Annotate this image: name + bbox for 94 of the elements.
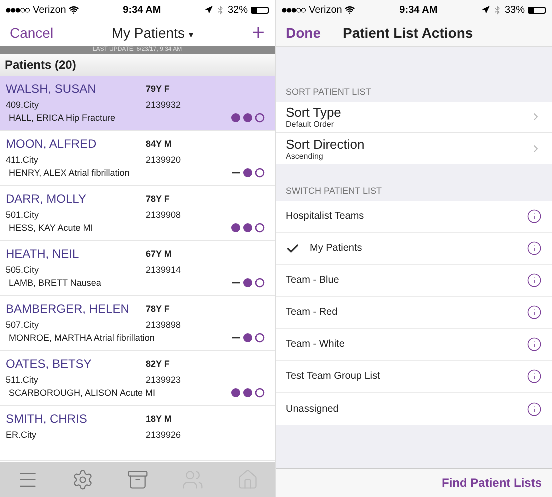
cancel-button[interactable]: Cancel bbox=[10, 25, 54, 41]
status-indicator-icon bbox=[231, 388, 265, 398]
age-sex: 78Y F bbox=[146, 304, 171, 314]
patient-list-name: Team - White bbox=[286, 339, 346, 350]
patient-list-name: Test Team Group List bbox=[286, 371, 382, 382]
bluetooth-icon bbox=[492, 6, 502, 14]
status-indicator-icon bbox=[231, 333, 265, 343]
patient-name: SMITH, CHRIS bbox=[6, 412, 88, 426]
sort-option-value: Ascending bbox=[286, 152, 324, 160]
list-header: Patients (20) bbox=[0, 54, 275, 76]
sort-option-row[interactable]: Sort Direction Ascending bbox=[276, 133, 552, 164]
patient-list-row[interactable]: My Patients bbox=[276, 233, 552, 265]
patient-mrn: 2139932 bbox=[146, 100, 182, 110]
signal-icon bbox=[6, 8, 30, 12]
location-icon bbox=[482, 6, 490, 14]
patient-detail: LAMB, BRETT Nausea bbox=[8, 278, 102, 288]
section-header: SWITCH PATIENT LIST bbox=[285, 185, 384, 198]
battery-percent: 32% bbox=[228, 4, 248, 16]
patient-location: 409.City bbox=[6, 100, 40, 110]
age-sex: 79Y F bbox=[146, 84, 171, 94]
patient-detail: SCARBOROUGH, ALISON Acute MI bbox=[8, 388, 157, 398]
sort-option-title: Sort Direction bbox=[286, 136, 366, 152]
patient-detail: HALL, ERICA Hip Fracture bbox=[8, 113, 117, 123]
info-icon[interactable] bbox=[527, 241, 542, 256]
info-icon[interactable] bbox=[527, 209, 542, 224]
patient-list-row[interactable]: Team - White bbox=[276, 329, 552, 361]
clock-time: 9:34 AM bbox=[400, 4, 438, 16]
wifi-icon bbox=[69, 5, 80, 15]
patient-mrn: 2139914 bbox=[146, 264, 182, 274]
sort-option-title: Sort Type bbox=[286, 105, 342, 120]
patient-location: 505.City bbox=[6, 264, 40, 274]
patient-mrn: 2139898 bbox=[146, 320, 182, 330]
age-sex: 84Y M bbox=[146, 139, 173, 149]
patient-list-row[interactable]: Hospitalist Teams bbox=[276, 201, 552, 233]
patient-mrn: 2139926 bbox=[146, 430, 182, 440]
age-sex: 18Y M bbox=[146, 414, 173, 424]
patient-list-row[interactable]: Unassigned bbox=[276, 393, 552, 425]
patient-list-row[interactable]: Team - Blue bbox=[276, 265, 552, 297]
patient-detail: HESS, KAY Acute MI bbox=[8, 223, 94, 233]
patient-detail: MONROE, MARTHA Atrial fibrillation bbox=[8, 333, 156, 343]
patient-list-name: Team - Red bbox=[286, 307, 339, 318]
patient-mrn: 2139923 bbox=[146, 374, 182, 384]
patient-location: 411.City bbox=[6, 154, 40, 164]
add-button[interactable]: + bbox=[252, 22, 265, 44]
patient-mrn: 2139920 bbox=[146, 154, 182, 164]
status-indicator-icon bbox=[231, 113, 265, 123]
patient-row[interactable]: WALSH, SUSAN 79Y F 409.City 2139932 HALL, ERICA Hip Fracture bbox=[0, 76, 275, 131]
battery-percent: 33% bbox=[504, 4, 525, 16]
patient-list-name: My Patients bbox=[310, 243, 364, 254]
status-indicator-icon bbox=[231, 168, 265, 178]
patient-name: MOON, ALFRED bbox=[6, 137, 98, 151]
section-header: SORT PATIENT LIST bbox=[285, 86, 372, 99]
info-icon[interactable] bbox=[527, 369, 542, 384]
info-icon[interactable] bbox=[527, 337, 542, 352]
info-icon[interactable] bbox=[527, 305, 542, 320]
patient-detail: HENRY, ALEX Atrial fibrillation bbox=[8, 168, 131, 178]
screen-title: Patient List Actions bbox=[342, 25, 474, 41]
patient-list-row[interactable]: Team - Red bbox=[276, 297, 552, 329]
sort-option-row[interactable]: Sort Type Default Order bbox=[276, 102, 552, 133]
patient-name: BAMBERGER, HELEN bbox=[6, 302, 130, 316]
patient-location: 501.City bbox=[6, 210, 40, 220]
list-title-dropdown[interactable]: My Patients ▾ bbox=[54, 25, 252, 41]
battery-icon bbox=[250, 6, 269, 14]
find-patient-lists-link[interactable]: Find Patient Lists bbox=[442, 476, 542, 490]
patient-location: 507.City bbox=[6, 320, 40, 330]
patient-location: ER.City bbox=[6, 430, 38, 440]
info-icon[interactable] bbox=[527, 402, 542, 416]
bluetooth-icon bbox=[216, 6, 225, 14]
clock-time: 9:34 AM bbox=[123, 4, 162, 16]
sort-option-value: Default Order bbox=[286, 120, 336, 129]
patient-location: 511.City bbox=[6, 374, 40, 384]
patient-list-name: Hospitalist Teams bbox=[286, 211, 366, 222]
battery-icon bbox=[528, 6, 546, 14]
patient-name: HEATH, NEIL bbox=[6, 247, 80, 261]
patient-list-row[interactable]: Test Team Group List bbox=[276, 361, 552, 393]
signal-icon bbox=[282, 8, 306, 12]
status-indicator-icon bbox=[231, 278, 265, 288]
status-indicator-icon bbox=[231, 223, 265, 233]
info-icon[interactable] bbox=[527, 273, 542, 288]
patient-name: WALSH, SUSAN bbox=[6, 82, 98, 96]
checkmark-icon bbox=[286, 242, 300, 256]
location-icon bbox=[204, 6, 213, 14]
carrier-name: Verizon bbox=[309, 4, 342, 16]
patient-mrn: 2139908 bbox=[146, 210, 182, 220]
done-button[interactable]: Done bbox=[286, 25, 321, 41]
patient-name: DARR, MOLLY bbox=[6, 192, 88, 206]
age-sex: 67Y M bbox=[146, 249, 173, 259]
age-sex: 78Y F bbox=[146, 194, 171, 204]
patient-list-name: Unassigned bbox=[286, 404, 340, 414]
patient-name: OATES, BETSY bbox=[6, 357, 93, 371]
age-sex: 82Y F bbox=[146, 359, 171, 369]
wifi-icon bbox=[345, 5, 356, 15]
carrier-name: Verizon bbox=[33, 4, 66, 16]
patient-list-name: Team - Blue bbox=[286, 275, 340, 286]
